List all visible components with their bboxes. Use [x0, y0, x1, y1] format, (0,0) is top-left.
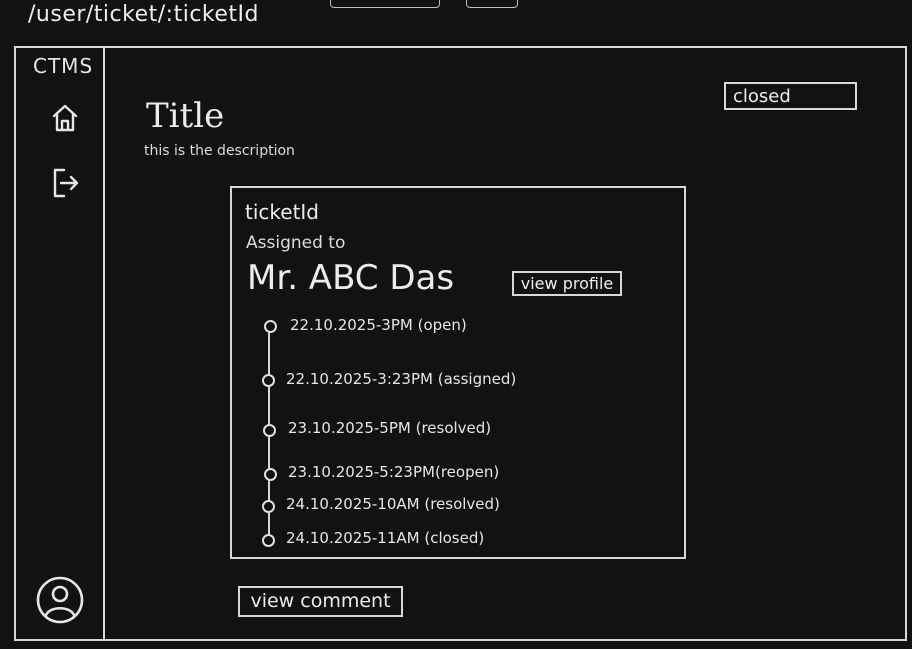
- app-frame: CTMS Title this is the description close…: [14, 46, 907, 641]
- ticket-title: Title: [146, 96, 225, 136]
- logout-icon[interactable]: [50, 166, 82, 200]
- route-path: /user/ticket/:ticketId: [28, 2, 259, 27]
- timeline-dot: [264, 320, 277, 333]
- timeline-entry: 23.10.2025-5PM (resolved): [288, 419, 492, 437]
- timeline-entry: 24.10.2025-11AM (closed): [286, 529, 485, 547]
- profile-avatar-icon[interactable]: [35, 575, 85, 625]
- timeline-entry: 23.10.2025-5:23PM(reopen): [288, 463, 500, 481]
- view-comment-button[interactable]: view comment: [238, 586, 403, 617]
- assigned-to-label: Assigned to: [246, 233, 346, 253]
- home-icon[interactable]: [50, 102, 80, 134]
- timeline-dot: [262, 534, 275, 547]
- timeline-dot: [264, 468, 277, 481]
- brand-logo: CTMS: [33, 54, 94, 78]
- timeline-dot: [263, 424, 276, 437]
- timeline-entry: 22.10.2025-3PM (open): [290, 316, 467, 334]
- timeline-dot: [262, 374, 275, 387]
- status-badge[interactable]: closed: [724, 82, 857, 110]
- view-profile-button[interactable]: view profile: [512, 271, 622, 296]
- timeline-entry: 24.10.2025-10AM (resolved): [286, 495, 500, 513]
- ticket-description: this is the description: [144, 143, 295, 159]
- ticket-card: ticketId Assigned to Mr. ABC Das view pr…: [230, 186, 686, 559]
- top-hint-box-1: [330, 0, 440, 8]
- ticket-id-label: ticketId: [245, 200, 320, 224]
- top-hint-box-2: [466, 0, 518, 8]
- sidebar: CTMS: [16, 48, 105, 639]
- timeline-entry: 22.10.2025-3:23PM (assigned): [286, 370, 517, 388]
- timeline-dot: [262, 500, 275, 513]
- assignee-name: Mr. ABC Das: [247, 258, 455, 298]
